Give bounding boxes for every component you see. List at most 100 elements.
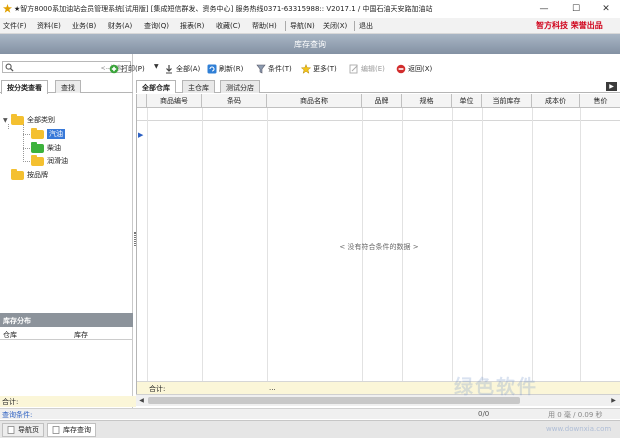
toolbar: 打印(P) ▼ 全部(A) 刷新(R) 条件(T) 更多(T) 编辑(E) 返回… [107,60,620,77]
column-stock[interactable]: 库存 [74,330,88,340]
watermark: 绿色软件 [454,376,539,398]
menu-finance[interactable]: 财务(A) [108,21,132,31]
query-timing: 用 0 毫 / 0.09 秒 [548,411,603,419]
scroll-left-icon[interactable]: ◀ [137,396,146,405]
tree-connector [23,124,24,162]
all-label: 全部(A) [176,64,201,73]
more-label: 更多(T) [313,64,337,73]
menu-data[interactable]: 资料(E) [37,21,61,31]
app-star-icon [3,4,12,13]
tab-scroll-right-icon[interactable]: ▶ [606,82,617,91]
left-summary-label: 合计: [2,398,19,406]
tree-label-lubricant: 润滑油 [47,157,68,165]
edit-label: 编辑(E) [361,64,385,73]
horizontal-scrollbar[interactable]: ◀ ▶ [136,394,620,406]
warehouse-tab-bar: 全部仓库 主仓库 测试分店 ▶ [136,80,620,93]
column-brand[interactable]: 品牌 [362,94,402,108]
tab-all-warehouses[interactable]: 全部仓库 [136,80,176,93]
tree-label-diesel: 柴油 [47,144,61,152]
menu-bar: 文件(F) 资料(E) 业务(B) 财务(A) 查询(Q) 报表(R) 收藏(C… [0,18,620,34]
tree-label-by-brand: 按品牌 [27,171,48,179]
print-button[interactable]: 打印(P) [109,62,145,75]
left-pane: <--搜索> 按分类查看 查找 ▼ 全部类别 汽油 柴油 润滑油 按品牌 库存分… [0,54,133,408]
menu-navigate[interactable]: 导航(N) [290,21,315,31]
tab-find[interactable]: 查找 [55,80,81,93]
star-icon [301,63,311,74]
row-pointer-icon: ▶ [138,131,144,139]
tree-connector [23,161,30,162]
tab-navigation-label: 导航页 [18,426,39,434]
tree-connector [23,134,30,135]
tree-node-all-categories[interactable]: ▼ 全部类别 [3,113,55,126]
edit-icon [349,64,358,73]
left-tab-bar: 按分类查看 查找 [0,79,133,94]
brand-label: 智方科技 荣誉出品 [536,21,603,30]
tree-label-all-categories: 全部类别 [27,116,55,124]
grid-filter-row[interactable] [137,108,620,121]
menu-exit[interactable]: 退出 [359,21,373,31]
back-button[interactable]: 返回(X) [396,62,432,75]
menu-help[interactable]: 帮助(H) [252,21,277,31]
condition-button[interactable]: 条件(T) [256,62,292,75]
filter-status-bar: 查询条件: 0/0 用 0 毫 / 0.09 秒 [0,408,620,419]
tab-test-branch[interactable]: 测试分店 [220,80,260,93]
folder-icon [31,154,44,166]
column-cost-price[interactable]: 成本价 [532,94,580,108]
tab-main-warehouse[interactable]: 主仓库 [182,80,215,93]
refresh-icon [207,64,217,73]
column-product-code[interactable]: 商品编号 [147,94,202,108]
tree-node-by-brand[interactable]: 按品牌 [11,168,48,181]
page-header: 库存查询 [0,34,620,54]
tab-stock-query[interactable]: 库存查询 [47,423,96,437]
collapse-icon[interactable]: ▼ [3,117,11,124]
close-window-button[interactable]: ✕ [592,2,620,16]
column-sale-price[interactable]: 售价 [580,94,620,108]
grid-header: 商品编号 条码 商品名称 品牌 规格 单位 当前库存 成本价 售价 [137,94,620,108]
filter-icon [256,64,266,73]
tree-node-lubricant[interactable]: 润滑油 [31,154,68,167]
tree-node-gasoline[interactable]: 汽油 [31,127,65,140]
tree-node-diesel[interactable]: 柴油 [31,141,61,154]
window-title: ★智方8000系加油站会员管理系统[试用版] [集成短信群发、资务中心] 服务热… [14,5,433,13]
print-label: 打印(P) [121,64,145,73]
grid-summary-row: 合计: ... [137,381,620,394]
folder-icon [31,141,44,153]
folder-icon [11,113,24,125]
column-spec[interactable]: 规格 [402,94,452,108]
record-count: 0/0 [478,410,490,418]
watermark-url: www.downxia.com [546,425,612,433]
summary-label: 合计: [149,385,166,393]
menu-file[interactable]: 文件(F) [3,21,27,31]
maximize-button[interactable]: ☐ [562,2,590,16]
summary-value: ... [269,384,276,392]
stock-distribution-header: 库存分布 [0,313,133,327]
tab-by-category[interactable]: 按分类查看 [1,80,48,94]
column-current-stock[interactable]: 当前库存 [482,94,532,108]
stock-distribution-columns: 仓库 库存 [0,327,133,340]
minimize-button[interactable]: — [530,2,558,16]
bottom-tab-bar: 导航页 库存查询 [0,420,620,438]
stock-distribution-title: 库存分布 [3,317,31,325]
filter-label[interactable]: 查询条件: [2,410,32,420]
edit-button[interactable]: 编辑(E) [349,62,385,75]
menu-report[interactable]: 报表(R) [180,21,204,31]
menu-business[interactable]: 业务(B) [72,21,96,31]
column-product-name[interactable]: 商品名称 [267,94,362,108]
page-title: 库存查询 [294,40,326,49]
print-dropdown-icon[interactable]: ▼ [154,63,159,70]
menu-favorites[interactable]: 收藏(C) [216,21,240,31]
column-barcode[interactable]: 条码 [202,94,267,108]
column-unit[interactable]: 单位 [452,94,482,108]
close-circle-icon [396,64,406,73]
refresh-button[interactable]: 刷新(R) [207,62,243,75]
scroll-right-icon[interactable]: ▶ [609,396,618,405]
tab-navigation[interactable]: 导航页 [2,423,44,437]
tree-label-gasoline: 汽油 [47,129,65,139]
all-button[interactable]: 全部(A) [164,62,200,75]
column-row-indicator [137,94,147,108]
menu-query[interactable]: 查询(Q) [144,21,169,31]
column-warehouse[interactable]: 仓库 [3,330,17,340]
more-button[interactable]: 更多(T) [301,62,337,75]
left-summary-bar: 合计: [0,396,136,407]
menu-close[interactable]: 关闭(X) [323,21,347,31]
